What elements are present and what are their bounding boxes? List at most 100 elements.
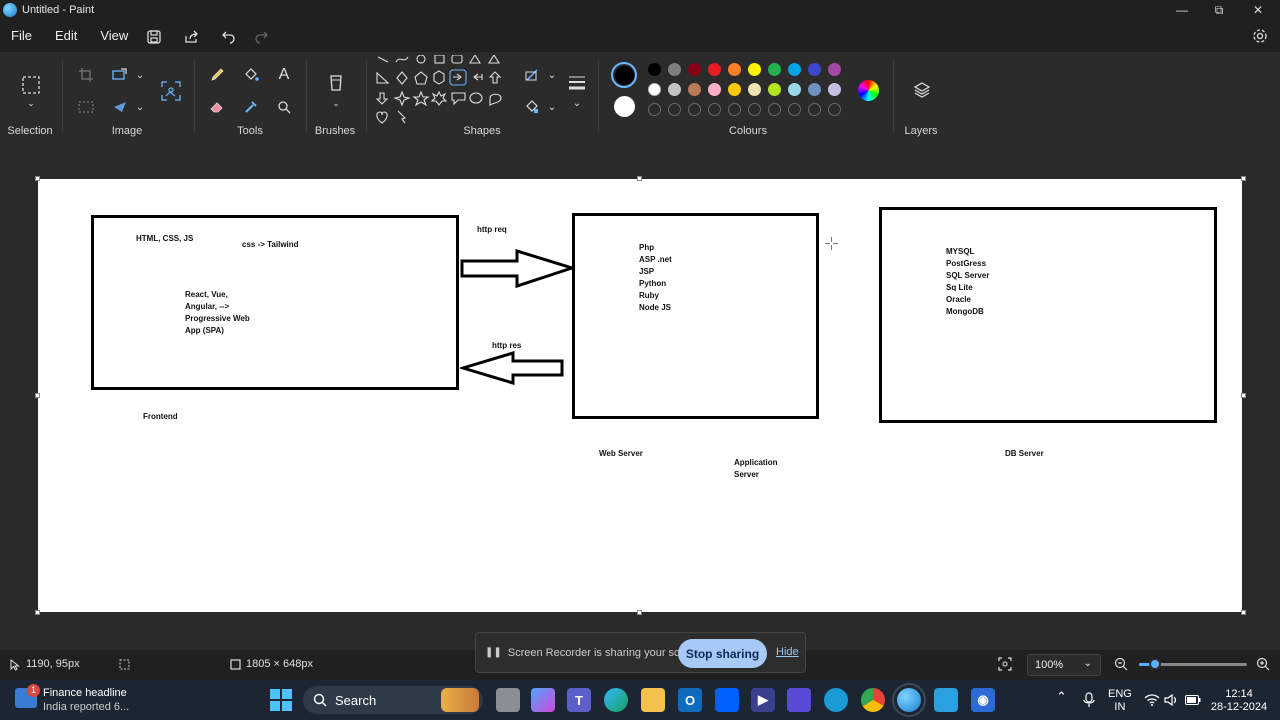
background-removal-icon[interactable] (74, 96, 98, 118)
fill-bucket-icon[interactable] (239, 64, 263, 86)
custom-color-slot[interactable] (808, 103, 821, 116)
outlook-icon[interactable]: O (678, 688, 702, 712)
color-swatch[interactable] (708, 63, 721, 76)
canvas-resize-handle[interactable] (637, 610, 642, 615)
teams-icon[interactable]: T (567, 688, 591, 712)
zoom-slider-thumb[interactable] (1149, 658, 1162, 670)
canvas-resize-handle[interactable] (35, 393, 40, 398)
color-swatch[interactable] (808, 83, 821, 96)
stop-sharing-button[interactable]: Stop sharing (678, 639, 767, 668)
crop-icon[interactable] (74, 64, 98, 86)
menu-view[interactable]: View (90, 20, 138, 52)
edge-browser-icon[interactable] (604, 688, 628, 712)
image-creator-icon[interactable] (158, 78, 184, 104)
line-size-chevron-down-icon[interactable]: ⌄ (565, 92, 589, 114)
zoom-out-icon[interactable] (1114, 657, 1128, 671)
paint-taskbar-icon[interactable] (892, 683, 926, 717)
color-swatch[interactable] (708, 83, 721, 96)
color-swatch[interactable] (688, 83, 701, 96)
custom-color-slot[interactable] (688, 103, 701, 116)
close-button[interactable]: ✕ (1238, 0, 1278, 20)
taskbar-search[interactable]: Search (303, 686, 483, 714)
app-icon[interactable] (824, 688, 848, 712)
color-swatch[interactable] (828, 63, 841, 76)
canvas-resize-handle[interactable] (1241, 393, 1246, 398)
task-view-icon[interactable] (496, 688, 520, 712)
menu-edit[interactable]: Edit (45, 20, 87, 52)
resize-chevron-down-icon[interactable]: ⌄ (128, 64, 152, 86)
color-swatch[interactable] (788, 63, 801, 76)
zoom-dropdown[interactable]: 100% ⌄ (1027, 654, 1101, 676)
menu-file[interactable]: File (1, 20, 42, 52)
clock[interactable]: 12:14 28-12-2024 (1208, 688, 1270, 714)
shapes-grid-icon[interactable] (372, 55, 512, 125)
color-swatch[interactable] (728, 63, 741, 76)
language-indicator[interactable]: ENG IN (1108, 688, 1132, 714)
media-player-icon[interactable]: ▶ (751, 688, 775, 712)
microphone-icon[interactable] (1083, 692, 1095, 708)
custom-color-slot[interactable] (768, 103, 781, 116)
fill-chevron-down-icon[interactable]: ⌄ (540, 96, 564, 118)
brush-chevron-down-icon[interactable]: ⌄ (323, 96, 349, 110)
color-swatch[interactable] (668, 63, 681, 76)
color-swatch[interactable] (808, 63, 821, 76)
screen-recorder-icon[interactable]: ◉ (971, 688, 995, 712)
color-swatch[interactable] (768, 63, 781, 76)
color-swatch[interactable] (828, 83, 841, 96)
redo-icon[interactable] (250, 26, 272, 48)
canvas-resize-handle[interactable] (637, 176, 642, 181)
color-picker-icon[interactable] (239, 96, 263, 118)
power-automate-icon[interactable] (787, 688, 811, 712)
color-swatch[interactable] (668, 83, 681, 96)
chrome-icon[interactable] (861, 688, 885, 712)
pencil-icon[interactable] (205, 64, 229, 86)
selection-chevron-down-icon[interactable]: ⌄ (18, 96, 44, 110)
file-explorer-icon[interactable] (641, 688, 665, 712)
outline-chevron-down-icon[interactable]: ⌄ (540, 64, 564, 86)
maximize-button[interactable]: ⧉ (1199, 0, 1239, 20)
color-swatch[interactable] (688, 63, 701, 76)
color-swatch[interactable] (648, 63, 661, 76)
zoom-slider[interactable] (1139, 658, 1247, 670)
line-size-icon[interactable] (565, 72, 589, 94)
color-swatch[interactable] (728, 83, 741, 96)
secondary-color-swatch[interactable] (614, 96, 635, 117)
custom-color-slot[interactable] (748, 103, 761, 116)
windows-start-icon[interactable] (270, 689, 292, 716)
tray-chevron-up-icon[interactable]: ⌃ (1056, 690, 1067, 703)
magnifier-icon[interactable] (272, 96, 296, 118)
minimize-button[interactable]: — (1162, 0, 1202, 20)
battery-icon[interactable] (1185, 695, 1201, 705)
color-wheel-icon[interactable] (858, 80, 879, 101)
custom-color-slot[interactable] (708, 103, 721, 116)
volume-icon[interactable] (1164, 694, 1178, 706)
color-swatch[interactable] (748, 83, 761, 96)
custom-color-slot[interactable] (828, 103, 841, 116)
selection-rectangle-icon[interactable] (18, 72, 44, 98)
undo-icon[interactable] (217, 26, 239, 48)
news-title[interactable]: Finance headline (43, 687, 127, 699)
notepad-icon[interactable] (934, 688, 958, 712)
save-icon[interactable] (143, 26, 165, 48)
canvas-resize-handle[interactable] (35, 610, 40, 615)
canvas-resize-handle[interactable] (35, 176, 40, 181)
color-swatch[interactable] (788, 83, 801, 96)
color-swatch[interactable] (768, 83, 781, 96)
custom-color-slot[interactable] (728, 103, 741, 116)
wifi-icon[interactable] (1144, 694, 1160, 706)
rotate-chevron-down-icon[interactable]: ⌄ (128, 96, 152, 118)
primary-color-selector[interactable] (611, 62, 637, 88)
settings-gear-icon[interactable] (1250, 26, 1270, 46)
hide-link[interactable]: Hide (776, 646, 799, 658)
brush-icon[interactable] (323, 72, 349, 98)
custom-color-slot[interactable] (788, 103, 801, 116)
eraser-icon[interactable] (205, 96, 229, 118)
color-swatch[interactable] (748, 63, 761, 76)
fit-to-window-icon[interactable] (998, 657, 1012, 671)
zoom-in-icon[interactable] (1256, 657, 1270, 671)
custom-color-slot[interactable] (668, 103, 681, 116)
share-icon[interactable] (180, 26, 202, 48)
custom-color-slot[interactable] (648, 103, 661, 116)
drawing-canvas[interactable]: HTML, CSS, JS css -> Tailwind React, Vue… (38, 179, 1242, 612)
dropbox-icon[interactable] (715, 688, 739, 712)
